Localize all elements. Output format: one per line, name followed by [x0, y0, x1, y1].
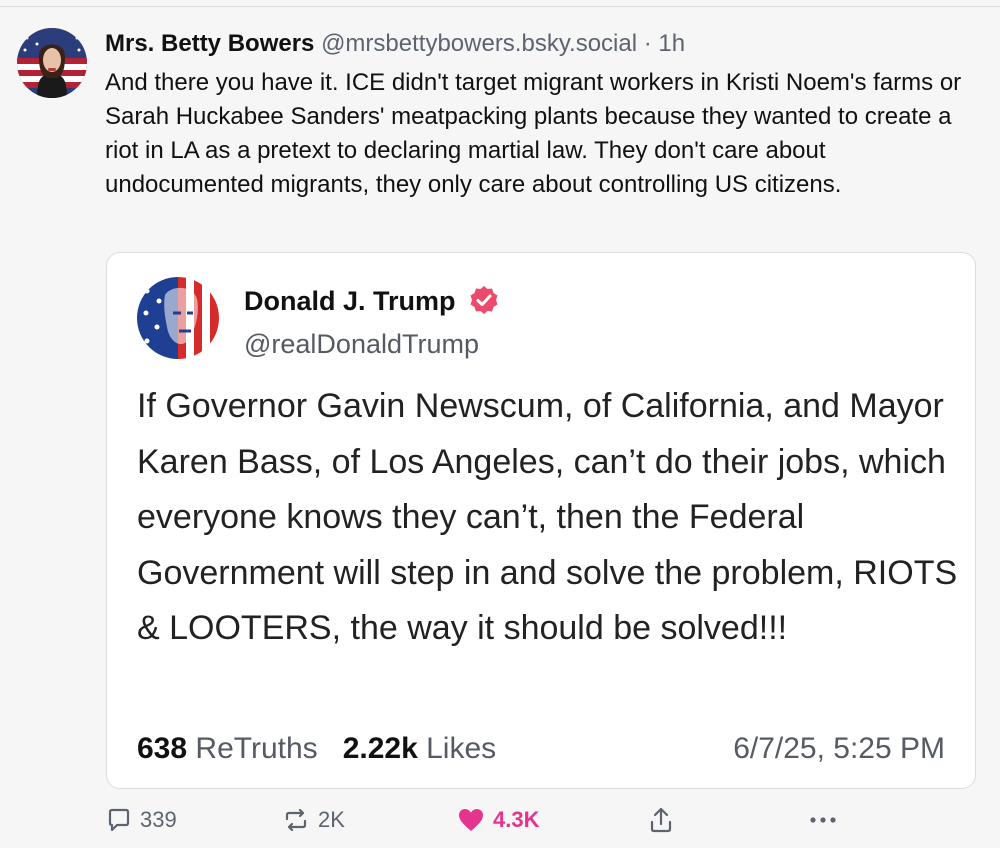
author-avatar[interactable] [17, 28, 87, 98]
post-header: Mrs. Betty Bowers @mrsbettybowers.bsky.s… [105, 28, 685, 60]
author-avatar-image [17, 28, 87, 98]
more-icon [810, 817, 836, 823]
quoted-author-avatar [137, 277, 219, 359]
quoted-post-card[interactable]: Donald J. Trump @realDonaldTrump If Gove… [106, 252, 976, 789]
reply-button[interactable]: 339 [106, 804, 177, 836]
share-button[interactable] [648, 804, 674, 836]
likes-label: Likes [426, 732, 497, 765]
reply-count: 339 [140, 807, 177, 832]
likes-count: 2.22k [342, 732, 418, 765]
post-action-bar: 339 2K 4.3K [0, 800, 1000, 840]
retruths-count: 638 [137, 732, 188, 765]
post-timestamp[interactable]: 1h [658, 30, 685, 57]
post-text: And there you have it. ICE didn't target… [105, 69, 962, 198]
retruths-label: ReTruths [195, 732, 318, 765]
author-name[interactable]: Mrs. Betty Bowers [105, 30, 314, 57]
repost-icon [285, 808, 307, 832]
reply-icon [108, 808, 130, 832]
like-count: 4.3K [493, 807, 540, 832]
author-handle[interactable]: @mrsbettybowers.bsky.social [321, 30, 637, 57]
quoted-author-handle: @realDonaldTrump [244, 329, 479, 359]
more-options-button[interactable] [808, 804, 838, 836]
quoted-author-name: Donald J. Trump [244, 286, 456, 316]
share-icon [650, 807, 672, 833]
top-divider [0, 6, 1000, 7]
verified-badge-icon [470, 286, 498, 314]
repost-count: 2K [318, 807, 345, 832]
quoted-post-stats: 638 ReTruths 2.22k Likes 6/7/25, 5:25 PM [137, 729, 945, 769]
quoted-post-date: 6/7/25, 5:25 PM [733, 732, 945, 765]
repost-button[interactable]: 2K [282, 804, 345, 836]
quoted-post-text: If Governor Gavin Newscum, of California… [137, 387, 958, 647]
like-button[interactable]: 4.3K [457, 804, 539, 836]
heart-icon [459, 809, 483, 831]
header-separator: · [643, 30, 652, 57]
quoted-avatar-image [137, 277, 219, 359]
